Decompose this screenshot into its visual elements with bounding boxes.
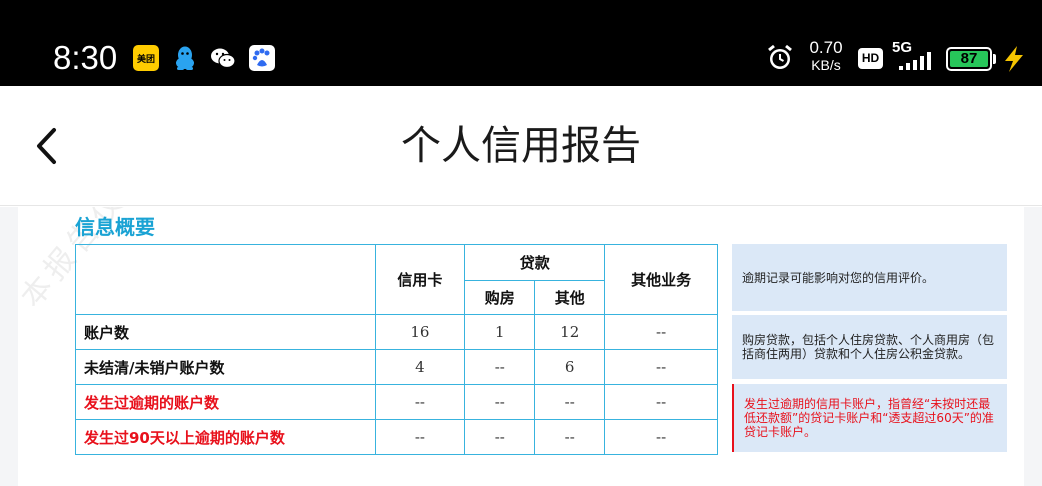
table-row: 发生过90天以上逾期的账户数 -- -- -- -- — [75, 419, 718, 455]
cell-other: -- — [534, 384, 606, 420]
wechat-icon — [210, 45, 236, 71]
row-label: 发生过90天以上逾期的账户数 — [75, 419, 376, 455]
header-loan: 贷款 — [464, 244, 606, 281]
header-other-business: 其他业务 — [604, 244, 718, 315]
note-overdue-impact: 逾期记录可能影响对您的信用评价。 — [732, 244, 1007, 311]
cell-credit-card: 4 — [374, 349, 466, 385]
cell-other: 12 — [534, 314, 606, 350]
qq-icon — [172, 45, 198, 71]
battery-tip — [993, 54, 996, 64]
cell-other: -- — [534, 419, 606, 455]
table-row: 未结清/未销户账户数 4 -- 6 -- — [75, 349, 718, 385]
hd-badge: HD — [858, 48, 883, 69]
cell-other-business: -- — [604, 349, 718, 385]
battery-icon: 87 — [946, 47, 992, 71]
status-bar: 8:30 美团 0.70 KB/s HD 5G 87 — [0, 0, 1042, 86]
signal-icon — [899, 52, 939, 76]
table-corner — [75, 244, 376, 315]
table-row: 发生过逾期的账户数 -- -- -- -- — [75, 384, 718, 420]
page-title: 个人信用报告 — [401, 123, 641, 169]
summary-table: 信用卡 贷款 其他业务 购房 其他 账户数 16 1 12 -- 未结清/未销户… — [75, 244, 718, 455]
note-housing-loan: 购房贷款，包括个人住房贷款、个人商用房（包括商住两用）贷款和个人住房公积金贷款。 — [732, 315, 1007, 379]
cell-housing: 1 — [464, 314, 536, 350]
cell-other: 6 — [534, 349, 606, 385]
section-title: 信息概要 — [75, 215, 155, 239]
header-housing: 购房 — [464, 280, 536, 315]
alarm-icon — [766, 43, 794, 77]
cell-housing: -- — [464, 384, 536, 420]
baidu-icon — [249, 45, 275, 71]
cell-other-business: -- — [604, 314, 718, 350]
report-page: 本报告仅供本人 信息概要 信用卡 贷款 其他业务 购房 其他 账户数 16 1 … — [18, 207, 1024, 486]
cell-housing: -- — [464, 349, 536, 385]
cell-credit-card: -- — [374, 384, 466, 420]
charging-bolt-icon — [1001, 44, 1027, 78]
network-speed: 0.70 KB/s — [809, 38, 843, 73]
row-label: 未结清/未销户账户数 — [75, 349, 376, 385]
report-viewer[interactable]: 本报告仅供本人 信息概要 信用卡 贷款 其他业务 购房 其他 账户数 16 1 … — [0, 207, 1042, 486]
table-row: 账户数 16 1 12 -- — [75, 314, 718, 350]
header-other: 其他 — [534, 280, 606, 315]
cell-other-business: -- — [604, 419, 718, 455]
cell-housing: -- — [464, 419, 536, 455]
cell-credit-card: -- — [374, 419, 466, 455]
cell-other-business: -- — [604, 384, 718, 420]
cell-credit-card: 16 — [374, 314, 466, 350]
navigation-bar: 个人信用报告 — [0, 86, 1042, 206]
note-overdue-credit-card: 发生过逾期的信用卡账户，指曾经“未按时还最低还款额”的贷记卡账户和“透支超过60… — [732, 384, 1007, 452]
header-credit-card: 信用卡 — [374, 244, 466, 315]
status-time: 8:30 — [53, 39, 118, 76]
row-label: 账户数 — [75, 314, 376, 350]
row-label: 发生过逾期的账户数 — [75, 384, 376, 420]
meituan-icon: 美团 — [133, 45, 159, 71]
battery-level: 87 — [950, 51, 988, 67]
